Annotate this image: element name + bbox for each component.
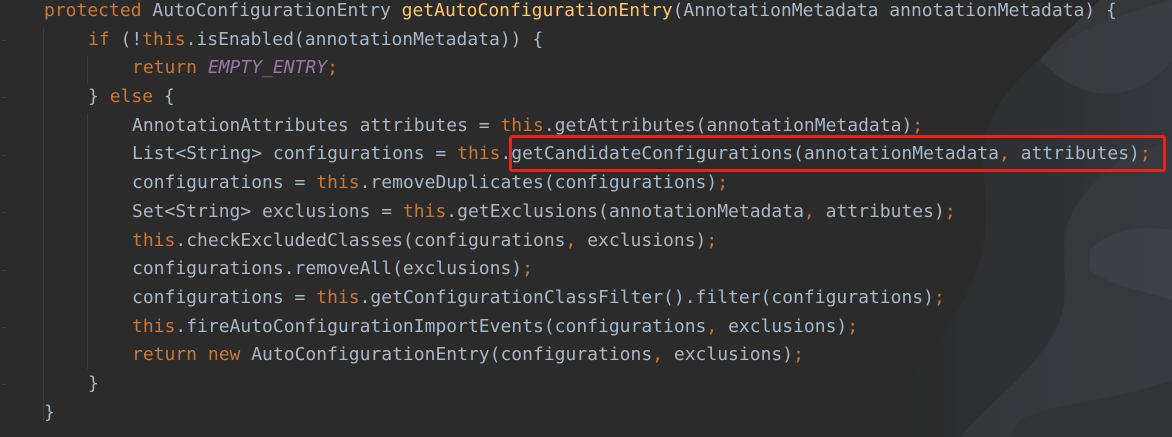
code-token: , — [706, 315, 729, 337]
code-token: ; — [793, 344, 804, 366]
code-line[interactable]: } — [0, 399, 1151, 428]
code-token: , — [652, 344, 674, 366]
code-token: this — [457, 143, 501, 165]
code-token: .checkExcludedClasses(configurations — [175, 229, 566, 251]
code-token: this — [402, 200, 447, 222]
code-token: return — [132, 57, 208, 79]
code-line[interactable]: Set<String> exclusions = this.getExclusi… — [0, 198, 1151, 227]
code-token: this — [132, 229, 176, 251]
code-token: .removeDuplicates(configurations) — [359, 172, 718, 194]
code-token: EMPTY_ENTRY — [207, 57, 328, 79]
code-token: { — [163, 86, 175, 108]
code-token: ; — [717, 172, 729, 194]
code-token: configurations = — [132, 172, 317, 194]
code-token: AnnotationAttributes attributes = — [132, 114, 501, 136]
code-token: getAutoConfigurationEntry — [401, 0, 673, 21]
code-line[interactable]: this.fireAutoConfigurationImportEvents(c… — [0, 313, 1151, 342]
code-token: .getExclusions(annotationMetadata — [446, 200, 804, 222]
code-token: else — [109, 86, 164, 108]
code-token: configurations = — [132, 286, 317, 308]
code-token: ; — [847, 315, 859, 337]
code-token: ; — [522, 258, 533, 280]
code-token: } — [88, 86, 110, 108]
code-line[interactable]: protected AutoConfigurationEntry getAuto… — [0, 0, 1151, 26]
code-token: .isEnabled(annotationMetadata)) { — [185, 28, 544, 50]
code-line[interactable]: configurations = this.getConfigurationCl… — [0, 284, 1151, 313]
code-token: ; — [912, 114, 924, 136]
code-token: AutoConfigurationEntry(configurations — [251, 344, 653, 366]
highlight-box — [509, 135, 1166, 172]
code-line[interactable]: configurations.removeAll(exclusions); — [0, 255, 1151, 284]
code-editor[interactable]: protected AutoConfigurationEntry getAuto… — [0, 0, 1172, 437]
code-token: (AnnotationMetadata annotationMetadata) … — [672, 0, 1117, 21]
code-token: ; — [706, 229, 718, 251]
code-token: configurations.removeAll(exclusions) — [132, 258, 523, 280]
code-token: List<String> configurations = — [132, 143, 458, 165]
code-token: this — [132, 315, 176, 337]
code-token: exclusions) — [673, 344, 794, 366]
code-line[interactable]: configurations = this.removeDuplicates(c… — [0, 169, 1151, 198]
code-token: Set<String> exclusions = — [132, 200, 403, 222]
code-line[interactable]: this.checkExcludedClasses(configurations… — [0, 227, 1151, 256]
code-token: ; — [933, 286, 945, 308]
code-token: if — [88, 28, 121, 50]
code-token: this — [316, 172, 360, 194]
code-token: , — [803, 200, 826, 222]
code-line[interactable]: return new AutoConfigurationEntry(config… — [0, 341, 1151, 370]
code-token: exclusions) — [587, 229, 707, 251]
code-line[interactable]: return EMPTY_ENTRY; — [0, 54, 1151, 83]
code-token: .getAttributes(annotationMetadata) — [543, 114, 913, 136]
code-lines[interactable]: protected AutoConfigurationEntry getAuto… — [0, 0, 1151, 427]
code-token: .getConfigurationClassFilter().filter(co… — [359, 286, 934, 308]
code-token: exclusions) — [728, 315, 848, 337]
code-line[interactable]: } — [0, 370, 1151, 399]
code-token: protected — [44, 0, 153, 21]
code-token: } — [88, 372, 99, 394]
code-token: this — [142, 28, 186, 50]
code-line[interactable]: if (!this.isEnabled(annotationMetadata))… — [0, 26, 1151, 55]
code-token: } — [44, 401, 55, 423]
code-token: (! — [120, 28, 143, 50]
code-token: ; — [944, 200, 956, 222]
code-token: this — [500, 114, 544, 136]
code-token: this — [316, 286, 360, 308]
code-token: .fireAutoConfigurationImportEvents(confi… — [175, 315, 707, 337]
code-token: ; — [327, 57, 338, 79]
code-token: return new — [132, 344, 252, 366]
code-token: AutoConfigurationEntry — [152, 0, 402, 21]
code-token: , — [565, 229, 588, 251]
code-token: attributes) — [825, 200, 945, 222]
code-line[interactable]: } else { — [0, 83, 1151, 112]
